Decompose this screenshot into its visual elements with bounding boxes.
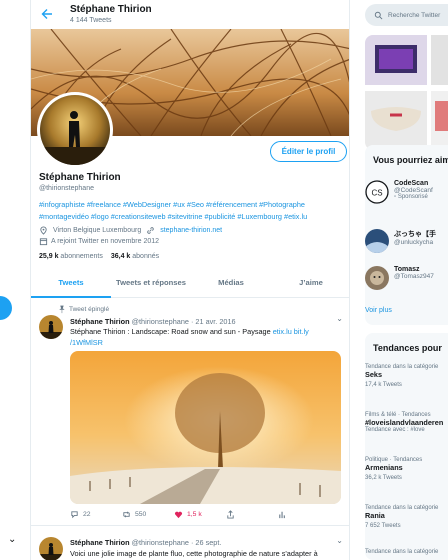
suggestion-item[interactable]: Tomasz @Tomasz947	[365, 266, 434, 290]
profile-location: Virton Belgique Luxembourg	[53, 227, 142, 234]
reply-button[interactable]: 22	[70, 510, 122, 519]
promoted-icon: ▫	[394, 194, 397, 200]
suggestion-handle: @unluckycha	[394, 239, 434, 246]
tab-media[interactable]: Médias	[191, 270, 271, 297]
tweet[interactable]: Stéphane Thirion @thirionstephane · 26 s…	[31, 533, 349, 560]
reply-icon	[71, 511, 78, 519]
tweet-photo[interactable]	[70, 351, 341, 504]
avatar-image	[40, 95, 110, 165]
profile-column: Stéphane Thirion 4 144 Tweets Éditer le …	[30, 0, 350, 560]
who-to-follow-title: Vous pourriez aimer	[373, 155, 448, 165]
trend-item[interactable]: Tendance dans la catégorie	[365, 549, 438, 555]
suggestion-avatar	[365, 266, 389, 290]
back-arrow-icon[interactable]	[41, 8, 53, 20]
calendar-icon	[39, 238, 48, 246]
profile-meta: Virton Belgique Luxembourg stephane-thir…	[39, 226, 222, 235]
tweet-text: Stéphane Thirion : Landscape: Road snow …	[70, 327, 309, 347]
tweet-author-handle: @thirionstephane	[131, 538, 189, 547]
profile-name: Stéphane Thirion	[39, 172, 121, 183]
share-button[interactable]	[226, 510, 278, 519]
profile-avatar[interactable]	[37, 92, 113, 168]
tweet-actions: 22 550 1,5 k	[70, 510, 330, 519]
suggestion-avatar	[365, 229, 389, 253]
share-icon	[227, 510, 234, 519]
svg-text:CS: CS	[371, 189, 382, 198]
tweet-link[interactable]: bit.ly	[294, 327, 309, 336]
pin-icon	[59, 305, 65, 314]
tweet-avatar[interactable]	[39, 537, 63, 560]
profile-tabs: Tweets Tweets et réponses Médias J’aime	[31, 270, 349, 298]
analytics-button[interactable]	[278, 510, 330, 519]
trend-name: Armenians	[365, 463, 403, 472]
trend-item[interactable]: Tendance dans la catégorie Rania 7 652 T…	[365, 505, 438, 529]
tab-likes[interactable]: J’aime	[271, 270, 349, 297]
suggestion-handle: @CodeScanf	[394, 187, 433, 194]
profile-bio[interactable]: #infographiste #freelance #WebDesigner #…	[39, 199, 345, 222]
left-nav-gutter: ⌄	[0, 0, 30, 560]
suggestion-name: ぶっちゃ【手	[394, 231, 436, 238]
pinned-tweet[interactable]: Tweet épinglé Stéphane Thirion @thirions…	[31, 298, 349, 526]
tab-tweets-replies[interactable]: Tweets et réponses	[111, 270, 191, 297]
tweet-author-handle: @thirionstephane	[131, 317, 189, 326]
tweet-header: Stéphane Thirion @thirionstephane · 21 a…	[70, 317, 236, 326]
tweet-link[interactable]: /1WfMlSR	[70, 338, 103, 347]
trend-item[interactable]: Films & télé · Tendances #loveislandvlaa…	[365, 412, 443, 433]
followers-link[interactable]: 36,4 k abonnés	[111, 253, 159, 260]
trend-item[interactable]: Politique · Tendances Armenians 36,2 k T…	[365, 457, 422, 481]
trend-name: #loveislandvlaanderen	[365, 418, 444, 427]
chevron-down-icon[interactable]: ⌄	[8, 534, 16, 545]
retweet-button[interactable]: 550	[122, 510, 174, 519]
retweet-icon	[123, 511, 130, 518]
suggestion-item[interactable]: ぶっちゃ【手 @unluckycha	[365, 229, 436, 253]
tweet-text: Voici une jolie image de plante fluo, ce…	[70, 549, 318, 558]
header-tweet-count: 4 144 Tweets	[70, 17, 112, 24]
search-input[interactable]: Recherche Twitter	[365, 4, 448, 26]
trend-name: Rania	[365, 511, 385, 520]
heart-icon	[175, 511, 182, 519]
trend-item[interactable]: Tendance dans la catégorie Seks 17,4 k T…	[365, 364, 438, 388]
search-icon	[374, 11, 383, 19]
tweet-link[interactable]: etix.lu	[273, 327, 292, 336]
profile-stats: 25,9 k abonnements 36,4 k abonnés	[39, 253, 159, 260]
tweet-author-name[interactable]: Stéphane Thirion	[70, 317, 130, 326]
suggestion-handle: @Tomasz947	[394, 273, 434, 280]
suggestion-avatar: CS	[365, 180, 389, 204]
tweet-date[interactable]: · 21 avr. 2016	[191, 317, 236, 326]
location-pin-icon	[40, 226, 47, 235]
sponsored-label: ▫ Sponsorisé	[394, 194, 428, 200]
media-gallery[interactable]	[365, 35, 448, 150]
header-name: Stéphane Thirion	[70, 4, 152, 15]
tweet-author-name[interactable]: Stéphane Thirion	[70, 538, 130, 547]
following-link[interactable]: 25,9 k abonnements	[39, 253, 103, 260]
analytics-icon	[279, 511, 285, 519]
suggestion-name: CodeScan	[394, 180, 429, 187]
profile-website[interactable]: stephane-thirion.net	[160, 227, 222, 234]
profile-handle: @thirionstephane	[39, 185, 94, 192]
pinned-label: Tweet épinglé	[57, 305, 109, 314]
profile-joined-row: A rejoint Twitter en novembre 2012	[39, 237, 159, 246]
profile-header-bar: Stéphane Thirion 4 144 Tweets	[31, 0, 349, 30]
like-button[interactable]: 1,5 k	[174, 510, 226, 519]
tab-tweets[interactable]: Tweets	[31, 270, 111, 298]
suggestion-item[interactable]: CS CodeScan @CodeScanf ▫ Sponsorisé	[365, 180, 433, 204]
link-icon	[147, 227, 154, 234]
trend-name: Seks	[365, 370, 383, 379]
chevron-down-icon[interactable]: ⌄	[336, 314, 343, 323]
tweet-avatar[interactable]	[39, 315, 63, 339]
tweet-date[interactable]: · 26 sept.	[191, 538, 221, 547]
tweet-header: Stéphane Thirion @thirionstephane · 26 s…	[70, 538, 221, 547]
compose-tweet-button[interactable]	[0, 296, 12, 320]
right-sidebar: Recherche Twitter Vous pourriez aimer CS…	[357, 0, 448, 560]
edit-profile-button[interactable]: Éditer le profil	[270, 141, 347, 162]
suggestion-name: Tomasz	[394, 266, 420, 273]
chevron-down-icon[interactable]: ⌄	[336, 536, 343, 545]
show-more-link[interactable]: Voir plus	[365, 307, 392, 314]
trends-title: Tendances pour	[373, 343, 442, 353]
profile-joined: A rejoint Twitter en novembre 2012	[51, 238, 160, 245]
